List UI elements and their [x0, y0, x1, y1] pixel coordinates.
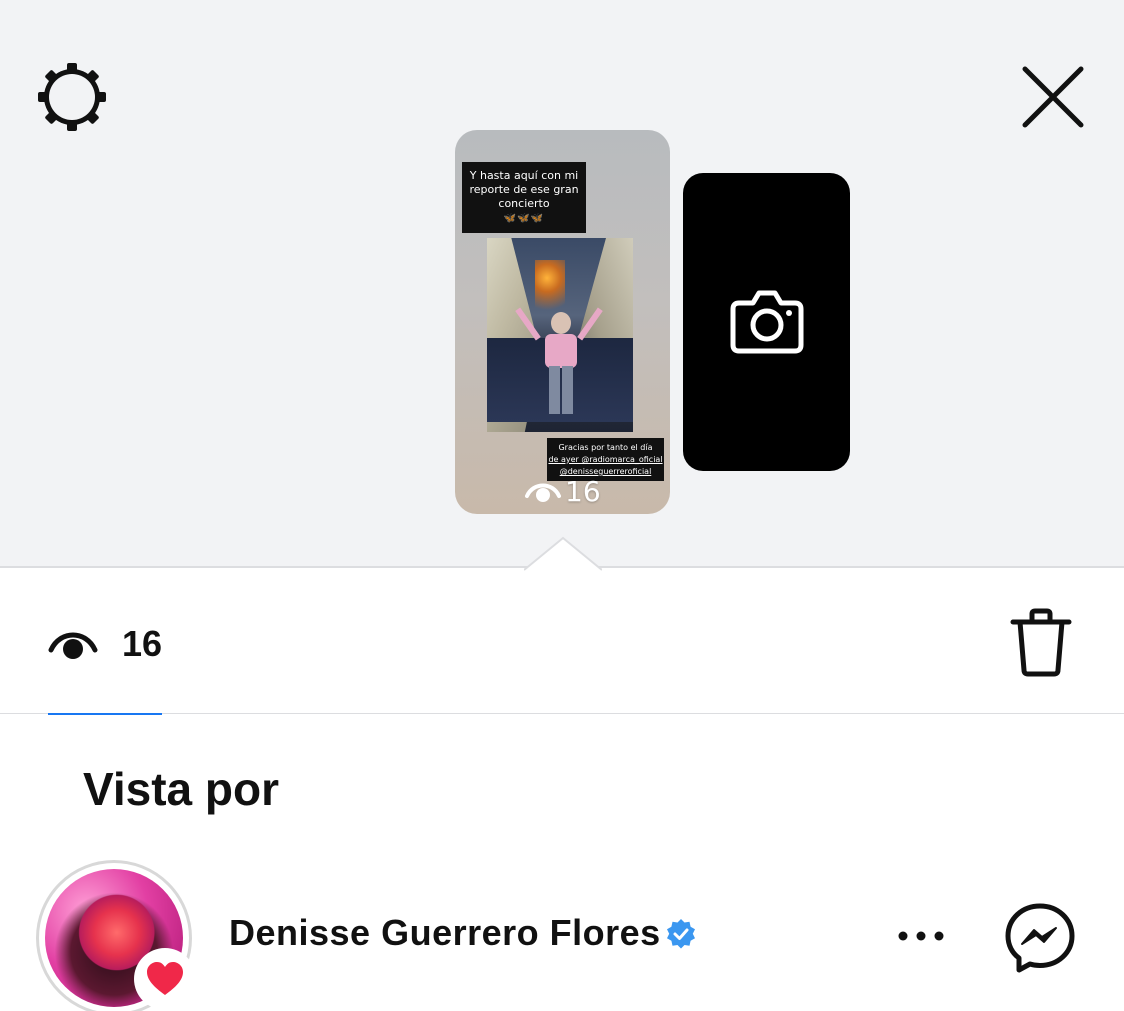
add-story-camera-card[interactable]: [683, 173, 850, 471]
story-view-count: 16: [525, 474, 601, 508]
gear-icon: [38, 63, 106, 131]
story-caption-top: Y hasta aquí con mi reporte de ese gran …: [462, 162, 586, 233]
butterfly-emoji: 🦋🦋🦋: [503, 213, 545, 224]
viewer-name[interactable]: Denisse Guerrero Flores: [229, 912, 661, 954]
eye-icon: [525, 483, 561, 502]
delete-story-button[interactable]: [1008, 608, 1074, 678]
settings-button[interactable]: [38, 63, 106, 131]
close-icon: [1022, 66, 1084, 128]
close-button[interactable]: [1020, 64, 1086, 130]
more-options-button[interactable]: [894, 916, 948, 956]
selected-story-pointer: [524, 536, 602, 571]
messenger-icon: [1005, 903, 1075, 973]
verified-badge-icon: [667, 919, 695, 949]
eye-icon: [48, 632, 98, 659]
trash-icon: [1010, 608, 1072, 677]
viewed-by-title: Vista por: [83, 763, 279, 815]
views-count: 16: [122, 623, 163, 664]
story-photo: [487, 238, 633, 432]
caption-line-1: Gracias por tanto el día: [558, 443, 653, 452]
views-tab[interactable]: 16: [48, 610, 162, 678]
story-thumbnail[interactable]: Y hasta aquí con mi reporte de ese gran …: [455, 130, 670, 514]
viewers-tab-bar: [0, 572, 1124, 714]
story-view-count-value: 16: [565, 474, 601, 508]
story-caption-text: Y hasta aquí con mi reporte de ese gran …: [469, 169, 579, 210]
heart-icon: [147, 962, 183, 995]
reaction-badge: [134, 948, 196, 1010]
camera-icon: [730, 290, 804, 354]
more-horizontal-icon: [898, 931, 944, 941]
send-message-button[interactable]: [1004, 902, 1076, 974]
active-tab-indicator: [48, 713, 162, 715]
caption-line-2: de ayer @radiomarca_oficial: [548, 455, 663, 464]
